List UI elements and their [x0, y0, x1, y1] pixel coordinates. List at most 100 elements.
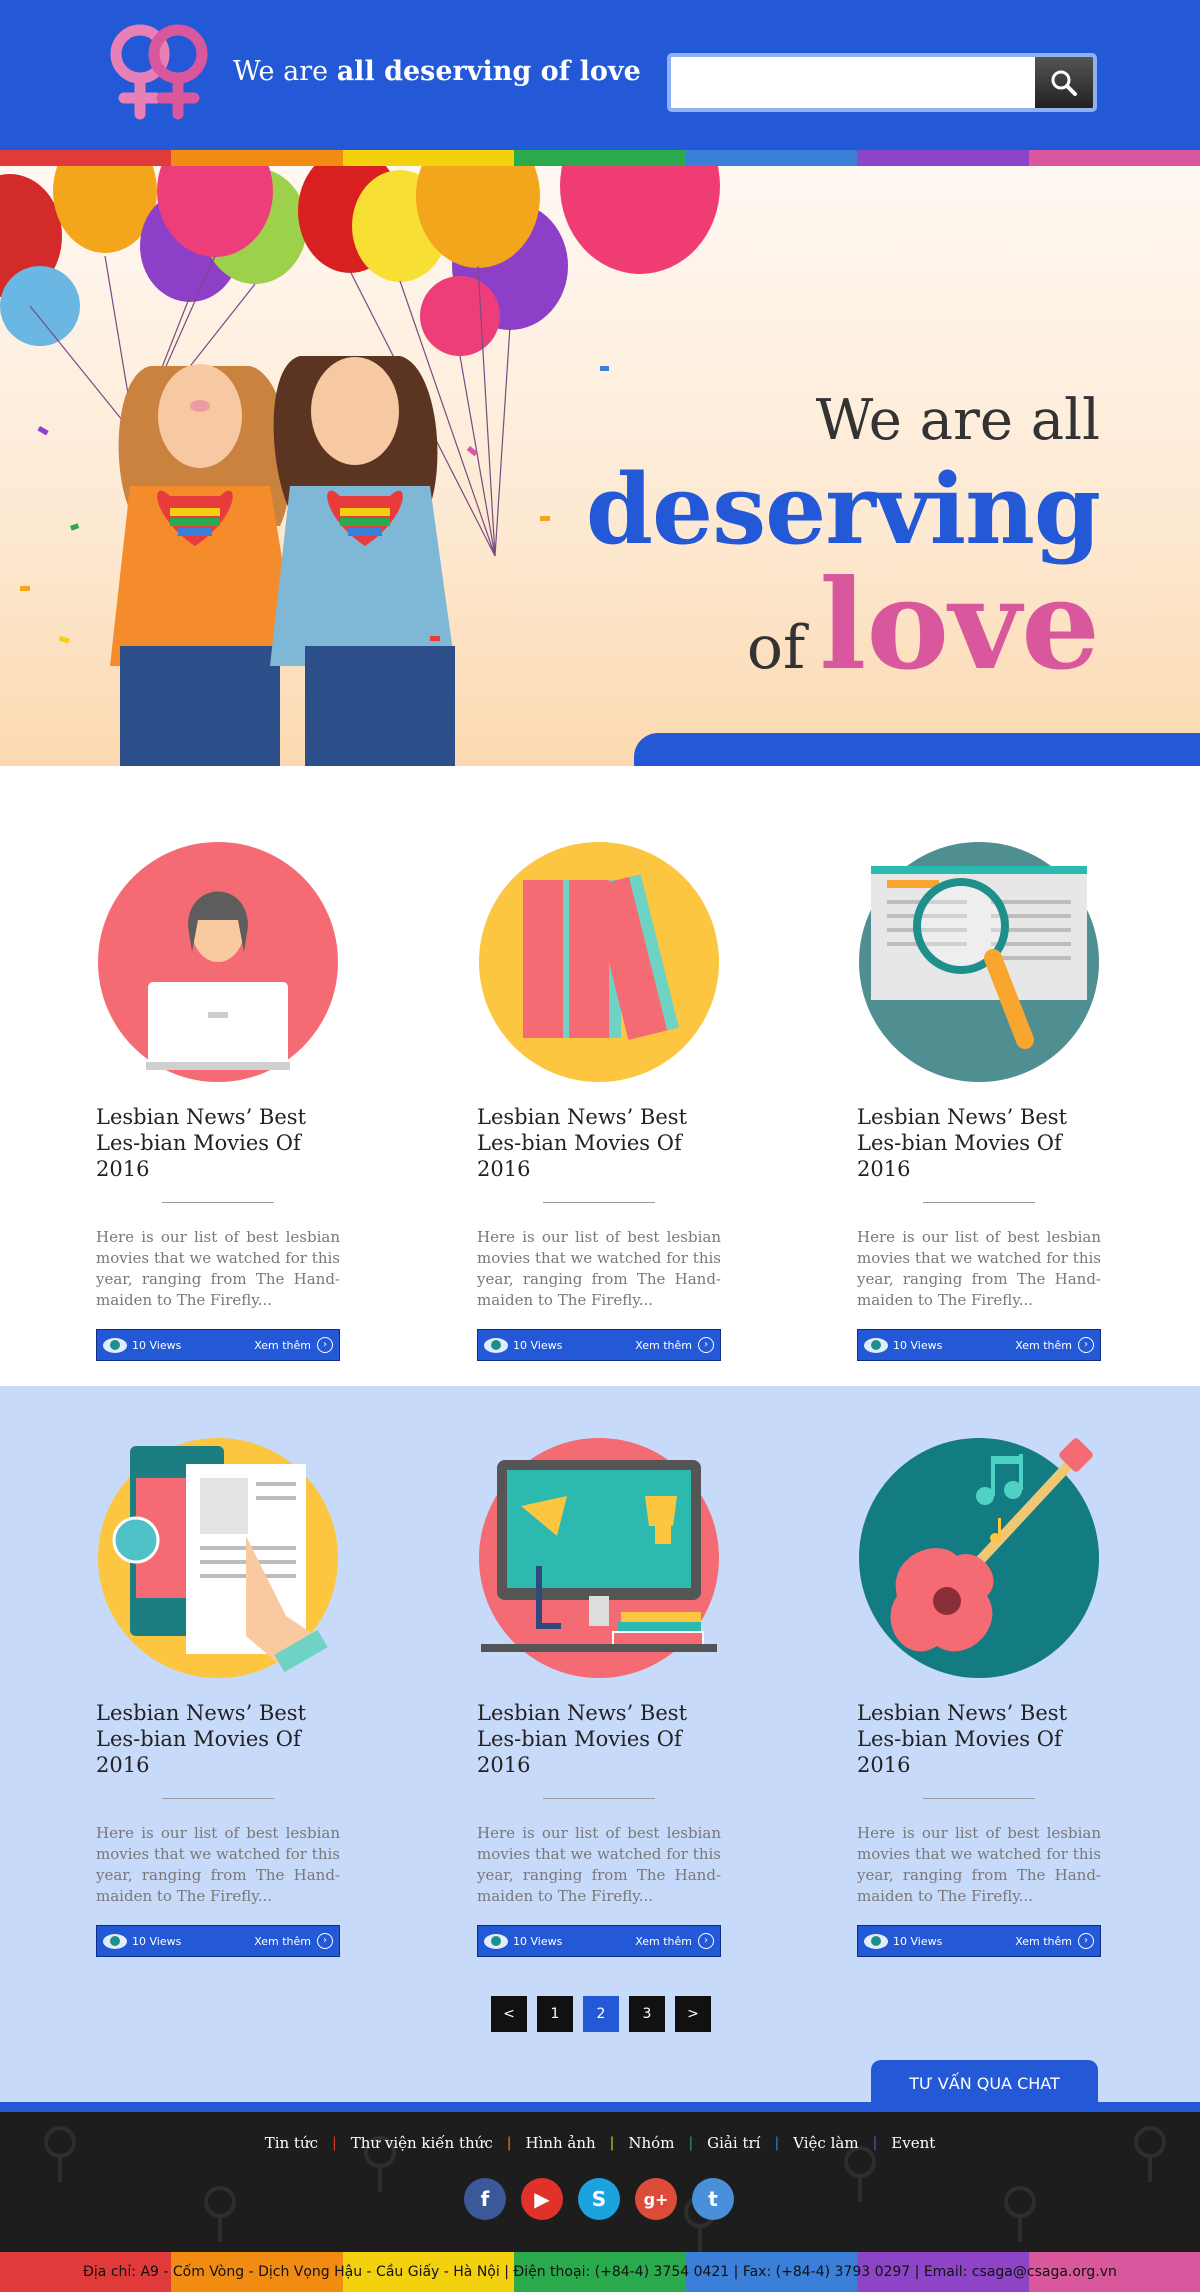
view-count: 10 Views — [103, 1933, 182, 1949]
card-title[interactable]: Lesbian News’ Best Les-bian Movies Of 20… — [477, 1104, 721, 1182]
arrow-right-icon: › — [1078, 1337, 1094, 1353]
footer-nav-item[interactable]: Thư viện kiến thức — [337, 2134, 507, 2152]
page-button[interactable]: 1 — [537, 1996, 573, 2032]
rainbow-segment — [514, 150, 686, 166]
woman-right — [270, 356, 455, 766]
desk-trophy-icon[interactable] — [477, 1436, 721, 1680]
card-footer-bar: 10 Views Xem thêm › — [96, 1329, 340, 1361]
view-count-label: 10 Views — [513, 1934, 563, 1948]
read-more-link[interactable]: Xem thêm › — [254, 1337, 333, 1353]
read-more-link[interactable]: Xem thêm › — [1015, 1337, 1094, 1353]
woman-laptop-icon[interactable] — [96, 840, 340, 1084]
footer-address: Địa chỉ: A9 - Cốm Vòng - Dịch Vọng Hậu -… — [83, 2264, 1117, 2280]
guitar-icon[interactable] — [857, 1436, 1101, 1680]
eye-icon — [103, 1337, 127, 1353]
facebook-icon[interactable]: f — [464, 2178, 506, 2220]
arrow-right-icon: › — [698, 1337, 714, 1353]
card-description: Here is our list of best lesbian movies … — [477, 1824, 721, 1905]
page-button[interactable]: 2 — [583, 1996, 619, 2032]
site-tagline: We are all deserving of love — [233, 56, 641, 87]
eye-icon — [864, 1337, 888, 1353]
tagline-part1: We are — [233, 56, 337, 87]
eye-icon — [103, 1933, 127, 1949]
card-divider — [923, 1798, 1035, 1799]
footer-nav-item[interactable]: Event — [877, 2134, 949, 2152]
card-title[interactable]: Lesbian News’ Best Les-bian Movies Of 20… — [857, 1700, 1101, 1778]
skype-icon[interactable]: S — [578, 2178, 620, 2220]
view-count-label: 10 Views — [893, 1934, 943, 1948]
tablet-touch-icon[interactable] — [96, 1436, 340, 1680]
footer-nav-item[interactable]: Hình ảnh — [511, 2134, 609, 2152]
search-button[interactable] — [1035, 57, 1093, 108]
rainbow-segment — [685, 150, 858, 166]
rainbow-segment — [342, 150, 515, 166]
book-magnifier-icon[interactable] — [857, 840, 1101, 1084]
card-footer-bar: 10 Views Xem thêm › — [857, 1329, 1101, 1361]
rainbow-segment — [857, 150, 1029, 166]
card-footer-bar: 10 Views Xem thêm › — [96, 1925, 340, 1957]
read-more-link[interactable]: Xem thêm › — [635, 1933, 714, 1949]
eye-icon — [484, 1933, 508, 1949]
woman-left — [110, 364, 300, 766]
eye-icon — [864, 1933, 888, 1949]
footer-nav-item[interactable]: Việc làm — [779, 2134, 872, 2152]
magnifier-icon — [1051, 70, 1077, 96]
article-card: Lesbian News’ Best Les-bian Movies Of 20… — [857, 1436, 1101, 1957]
read-more-label: Xem thêm — [635, 1934, 692, 1948]
read-more-label: Xem thêm — [1015, 1338, 1072, 1352]
hero-love: love — [819, 553, 1100, 698]
view-count-label: 10 Views — [132, 1934, 182, 1948]
rainbow-segment — [1028, 150, 1200, 166]
rainbow-segment — [0, 150, 172, 166]
card-title[interactable]: Lesbian News’ Best Les-bian Movies Of 20… — [477, 1700, 721, 1778]
view-count: 10 Views — [864, 1933, 943, 1949]
footer-nav-item[interactable]: Giải trí — [693, 2134, 774, 2152]
hero-line-2: deserving — [585, 453, 1101, 566]
tagline-part2: all deserving of love — [336, 56, 641, 87]
page-button[interactable]: 3 — [629, 1996, 665, 2032]
arrow-right-icon: › — [317, 1933, 333, 1949]
youtube-icon[interactable]: ▶ — [521, 2178, 563, 2220]
social-links: f ▶ Sg+ t — [464, 2178, 734, 2220]
rainbow-segment — [171, 150, 343, 166]
search-input[interactable] — [671, 57, 1035, 108]
card-footer-bar: 10 Views Xem thêm › — [857, 1925, 1101, 1957]
read-more-link[interactable]: Xem thêm › — [635, 1337, 714, 1353]
site-header: We are all deserving of love — [0, 0, 1200, 150]
view-count: 10 Views — [103, 1337, 181, 1353]
books-icon[interactable] — [477, 840, 721, 1084]
article-card: Lesbian News’ Best Les-bian Movies Of 20… — [96, 1436, 340, 1957]
view-count-label: 10 Views — [513, 1338, 563, 1352]
article-card: Lesbian News’ Best Les-bian Movies Of 20… — [477, 840, 721, 1361]
card-description: Here is our list of best lesbian movies … — [857, 1228, 1101, 1309]
read-more-link[interactable]: Xem thêm › — [1015, 1933, 1094, 1949]
page-prev-button[interactable]: < — [491, 1996, 527, 2032]
read-more-label: Xem thêm — [1015, 1934, 1072, 1948]
google-plus-icon[interactable]: g+ — [635, 2178, 677, 2220]
card-title[interactable]: Lesbian News’ Best Les-bian Movies Of 20… — [96, 1700, 340, 1778]
card-divider — [162, 1798, 274, 1799]
eye-icon — [484, 1337, 508, 1353]
read-more-label: Xem thêm — [254, 1338, 311, 1352]
card-title[interactable]: Lesbian News’ Best Les-bian Movies Of 20… — [857, 1104, 1101, 1182]
female-symbols-logo[interactable] — [96, 18, 224, 126]
footer-nav-item[interactable]: Tin tức — [251, 2134, 332, 2152]
hero-title: We are all deserving of love — [585, 388, 1101, 723]
footer-nav-item[interactable]: Nhóm — [614, 2134, 688, 2152]
page-next-button[interactable]: > — [675, 1996, 711, 2032]
card-title[interactable]: Lesbian News’ Best Les-bian Movies Of 20… — [96, 1104, 340, 1182]
card-divider — [543, 1202, 655, 1203]
arrow-right-icon: › — [698, 1933, 714, 1949]
rainbow-stripe — [0, 150, 1200, 166]
chat-consult-button[interactable]: TƯ VẤN QUA CHAT — [871, 2060, 1098, 2106]
card-description: Here is our list of best lesbian movies … — [96, 1824, 340, 1905]
twitter-icon[interactable]: t — [692, 2178, 734, 2220]
view-count: 10 Views — [864, 1337, 942, 1353]
hero-tab — [634, 733, 1200, 766]
read-more-link[interactable]: Xem thêm › — [254, 1933, 333, 1949]
read-more-label: Xem thêm — [635, 1338, 692, 1352]
card-footer-bar: 10 Views Xem thêm › — [477, 1925, 721, 1957]
card-description: Here is our list of best lesbian movies … — [857, 1824, 1101, 1905]
arrow-right-icon: › — [1078, 1933, 1094, 1949]
hero-of: of — [746, 613, 806, 683]
